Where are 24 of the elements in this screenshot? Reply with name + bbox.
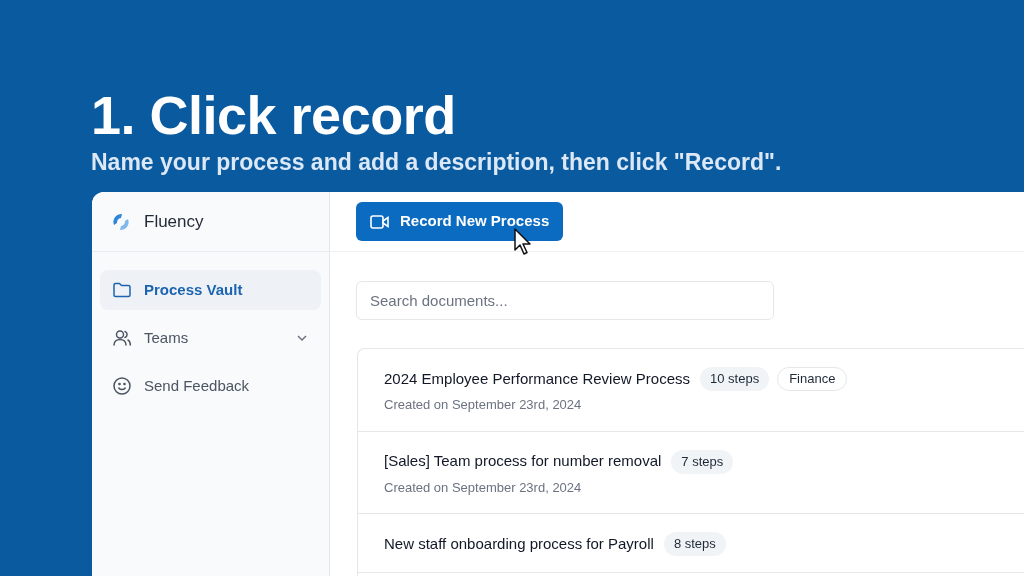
document-row[interactable]: 2024 Employee Performance Review Process 10 steps Finance Created on September 23rd, 2024 — [358, 349, 1024, 432]
sidebar-item[interactable]: Process Vault — [100, 270, 321, 310]
document-title: [Sales] Team process for number removal — [384, 451, 662, 472]
record-button[interactable]: Record New Process — [356, 202, 564, 241]
created-date: Created on September 23rd, 2024 — [384, 396, 583, 414]
search-field[interactable]: Search documents... — [356, 281, 774, 320]
steps-badge: 8 steps — [663, 532, 726, 556]
mouse-pointer-icon — [514, 228, 534, 256]
sidebar-item[interactable]: Teams — [100, 318, 321, 358]
users-icon — [112, 328, 132, 348]
steps-badge: 10 steps — [700, 367, 770, 391]
document-title: New staff onboarding process for Payroll — [384, 533, 654, 554]
video-camera-icon — [370, 213, 390, 230]
document-row[interactable]: [Sales] Team process for number removal 7 steps Created on September 23rd, 2024 — [358, 431, 1024, 514]
document-title: 2024 Employee Performance Review Process — [384, 368, 690, 389]
folder-icon — [112, 280, 132, 300]
document-row[interactable]: New staff onboarding process for Payroll 8 steps — [358, 514, 1024, 573]
sidebar-item[interactable]: Send Feedback — [100, 366, 321, 406]
smiley-face-icon — [112, 376, 132, 396]
created-date: Created on September 23rd, 2024 — [384, 478, 583, 497]
steps-badge: 7 steps — [671, 449, 734, 474]
slide-subheading: Name your process and add a description, then click "Record". — [91, 148, 783, 177]
brand-name: Fluency — [144, 210, 204, 233]
slide-heading: 1. Click record — [91, 84, 457, 146]
